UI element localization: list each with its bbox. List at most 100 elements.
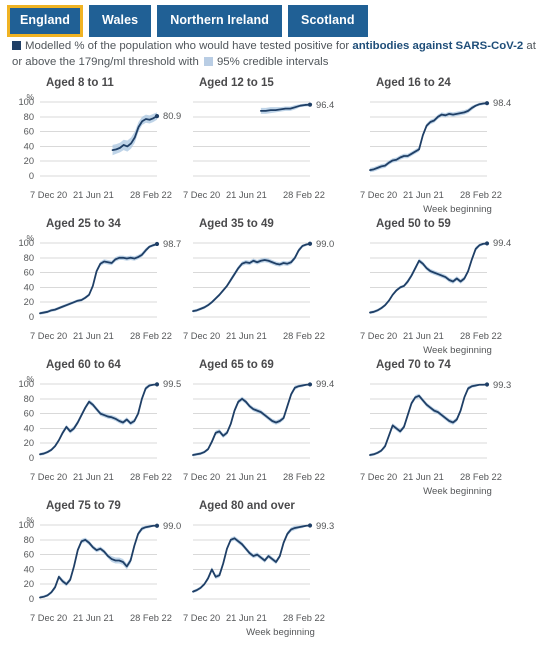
end-value-label: 99.0 [316, 237, 335, 249]
credible-interval-band [40, 384, 157, 456]
trend-line [39, 524, 158, 599]
end-point-marker [307, 102, 313, 107]
svg-text:20: 20 [24, 579, 34, 589]
svg-text:80: 80 [24, 253, 34, 263]
x-tick: 28 Feb 22 [283, 331, 325, 341]
svg-text:40: 40 [24, 282, 34, 292]
tab-northern-ireland[interactable]: Northern Ireland [157, 5, 283, 37]
plot-area[interactable]: 99.4 [354, 233, 531, 331]
panel-title: Aged 80 and over [199, 500, 295, 512]
credible-interval-band [370, 384, 487, 457]
x-tick: 7 Dec 20 [183, 613, 221, 623]
x-axis-tick-labels: 7 Dec 20 21 Jun 21 28 Feb 22 [177, 190, 354, 203]
chart-panel: Aged 25 to 34 % 100 80 60 40 20 0 98.7 7 Dec 20 21… [0, 217, 181, 358]
x-axis-tick-labels: 7 Dec 20 21 Jun 21 28 Feb 22 [0, 331, 177, 344]
svg-text:100: 100 [18, 520, 34, 530]
plot-area[interactable]: % 100 80 60 40 20 0 98.7 [0, 233, 181, 331]
chart-row: Aged 25 to 34 % 100 80 60 40 20 0 98.7 7 Dec 20 21… [0, 217, 550, 358]
svg-text:20: 20 [24, 156, 34, 166]
chart-row: Aged 8 to 11% 100 80 60 40 20 0 80.9 7 Dec 20 21 … [0, 76, 550, 217]
trend-line [369, 102, 488, 171]
end-value-label: 99.3 [493, 378, 512, 390]
plot-area[interactable]: 99.4 [177, 374, 354, 472]
credible-interval-band [40, 525, 157, 599]
chart-panel: Aged 75 to 79% 100 80 60 40 20 0 99.0 7 Dec 20 21… [0, 499, 181, 640]
x-tick: 7 Dec 20 [360, 472, 398, 482]
plot-area[interactable]: % 100 80 60 40 20 0 99.0 [0, 515, 181, 613]
plot-area[interactable]: % 100 80 60 40 20 0 99.5 [0, 374, 181, 472]
plot-area[interactable]: 99.3 [354, 374, 531, 472]
chart-panel: Aged 80 and over 99.3 7 Dec 20 21 Jun 21 28 … [177, 499, 354, 640]
plot-area[interactable]: 99.3 [177, 515, 354, 613]
panel-title: Aged 12 to 15 [199, 77, 274, 89]
svg-text:60: 60 [24, 409, 34, 419]
svg-text:80: 80 [24, 112, 34, 122]
panel-title: Aged 50 to 59 [376, 218, 451, 230]
x-tick: 21 Jun 21 [72, 331, 114, 341]
tab-scotland[interactable]: Scotland [288, 5, 368, 37]
plot-area[interactable]: 96.4 [177, 92, 354, 190]
chart-panel: Aged 35 to 49 99.0 7 Dec 20 21 Jun 21 28 Feb… [177, 217, 354, 358]
plot-area[interactable]: 98.4 [354, 92, 531, 190]
panel-title: Aged 16 to 24 [376, 77, 451, 89]
end-point-marker [154, 382, 160, 387]
x-axis-caption: Week beginning [423, 345, 492, 356]
svg-text:60: 60 [24, 127, 34, 137]
svg-text:80: 80 [24, 394, 34, 404]
credible-interval-band [193, 525, 310, 594]
panel-title: Aged 65 to 69 [199, 359, 274, 371]
trend-line [192, 524, 311, 593]
tab-wales[interactable]: Wales [89, 5, 152, 37]
chart-panel: Aged 16 to 24 98.4 7 Dec 20 21 Jun 21 28 Feb… [354, 76, 531, 217]
end-point-marker [154, 523, 160, 528]
end-point-marker [484, 382, 490, 387]
end-point-marker [154, 114, 160, 119]
svg-text:40: 40 [24, 423, 34, 433]
small-multiples-grid: Aged 8 to 11% 100 80 60 40 20 0 80.9 7 Dec 20 21 … [0, 70, 550, 640]
x-tick: 28 Feb 22 [283, 190, 325, 200]
legend-text-bold: antibodies against SARS-CoV-2 [352, 40, 524, 52]
end-value-label: 99.3 [316, 519, 335, 531]
x-axis-tick-labels: 7 Dec 20 21 Jun 21 28 Feb 22 [177, 613, 354, 626]
svg-text:0: 0 [29, 171, 34, 181]
x-tick: 7 Dec 20 [30, 472, 68, 482]
chart-panel: Aged 70 to 74 99.3 7 Dec 20 21 Jun 21 28 Feb… [354, 358, 531, 499]
panel-title: Aged 35 to 49 [199, 218, 274, 230]
panel-plot: %100806040200 [18, 515, 160, 604]
end-value-label: 96.4 [316, 98, 335, 110]
chart-row: Aged 75 to 79% 100 80 60 40 20 0 99.0 7 Dec 20 21… [0, 499, 550, 640]
panel-title: Aged 25 to 34 [46, 218, 121, 230]
x-tick: 28 Feb 22 [130, 472, 172, 482]
x-tick: 7 Dec 20 [360, 190, 398, 200]
end-point-marker [484, 241, 490, 246]
svg-text:100: 100 [18, 379, 34, 389]
chart-panel: Aged 50 to 59 99.4 7 Dec 20 21 Jun 21 28 Feb… [354, 217, 531, 358]
panel-title: Aged 75 to 79 [46, 500, 121, 512]
panel-plot: %100806040200 [18, 233, 160, 322]
chart-panel: Aged 65 to 69 99.4 7 Dec 20 21 Jun 21 28 Feb… [177, 358, 354, 499]
x-tick: 21 Jun 21 [402, 472, 444, 482]
x-axis-tick-labels: 7 Dec 20 21 Jun 21 28 Feb 22 [0, 190, 177, 203]
legend-text-part3: 95% credible intervals [216, 55, 329, 68]
chart-row: Aged 60 to 64% 100 80 60 40 20 0 99.5 7 Dec 20 21… [0, 358, 550, 499]
trend-line [39, 383, 158, 456]
panel-plot: %100806040200 [18, 374, 160, 463]
credible-interval-band [40, 243, 157, 315]
x-tick: 21 Jun 21 [402, 331, 444, 341]
end-point-marker [307, 523, 313, 528]
x-axis-tick-labels: 7 Dec 20 21 Jun 21 28 Feb 22 [0, 613, 177, 626]
plot-area[interactable]: 99.0 [177, 233, 354, 331]
line-series-swatch-icon [12, 41, 21, 50]
x-tick: 21 Jun 21 [225, 613, 267, 623]
tab-england[interactable]: England [7, 5, 84, 37]
x-axis-caption: Week beginning [246, 627, 315, 638]
x-tick: 21 Jun 21 [402, 190, 444, 200]
x-axis-tick-labels: 7 Dec 20 21 Jun 21 28 Feb 22 [354, 190, 531, 203]
x-tick: 28 Feb 22 [130, 190, 172, 200]
credible-interval-band [370, 102, 487, 173]
svg-text:0: 0 [29, 594, 34, 604]
plot-area[interactable]: % 100 80 60 40 20 0 80.9 [0, 92, 181, 190]
panel-title: Aged 8 to 11 [46, 77, 114, 89]
svg-text:60: 60 [24, 550, 34, 560]
x-tick: 7 Dec 20 [183, 190, 221, 200]
